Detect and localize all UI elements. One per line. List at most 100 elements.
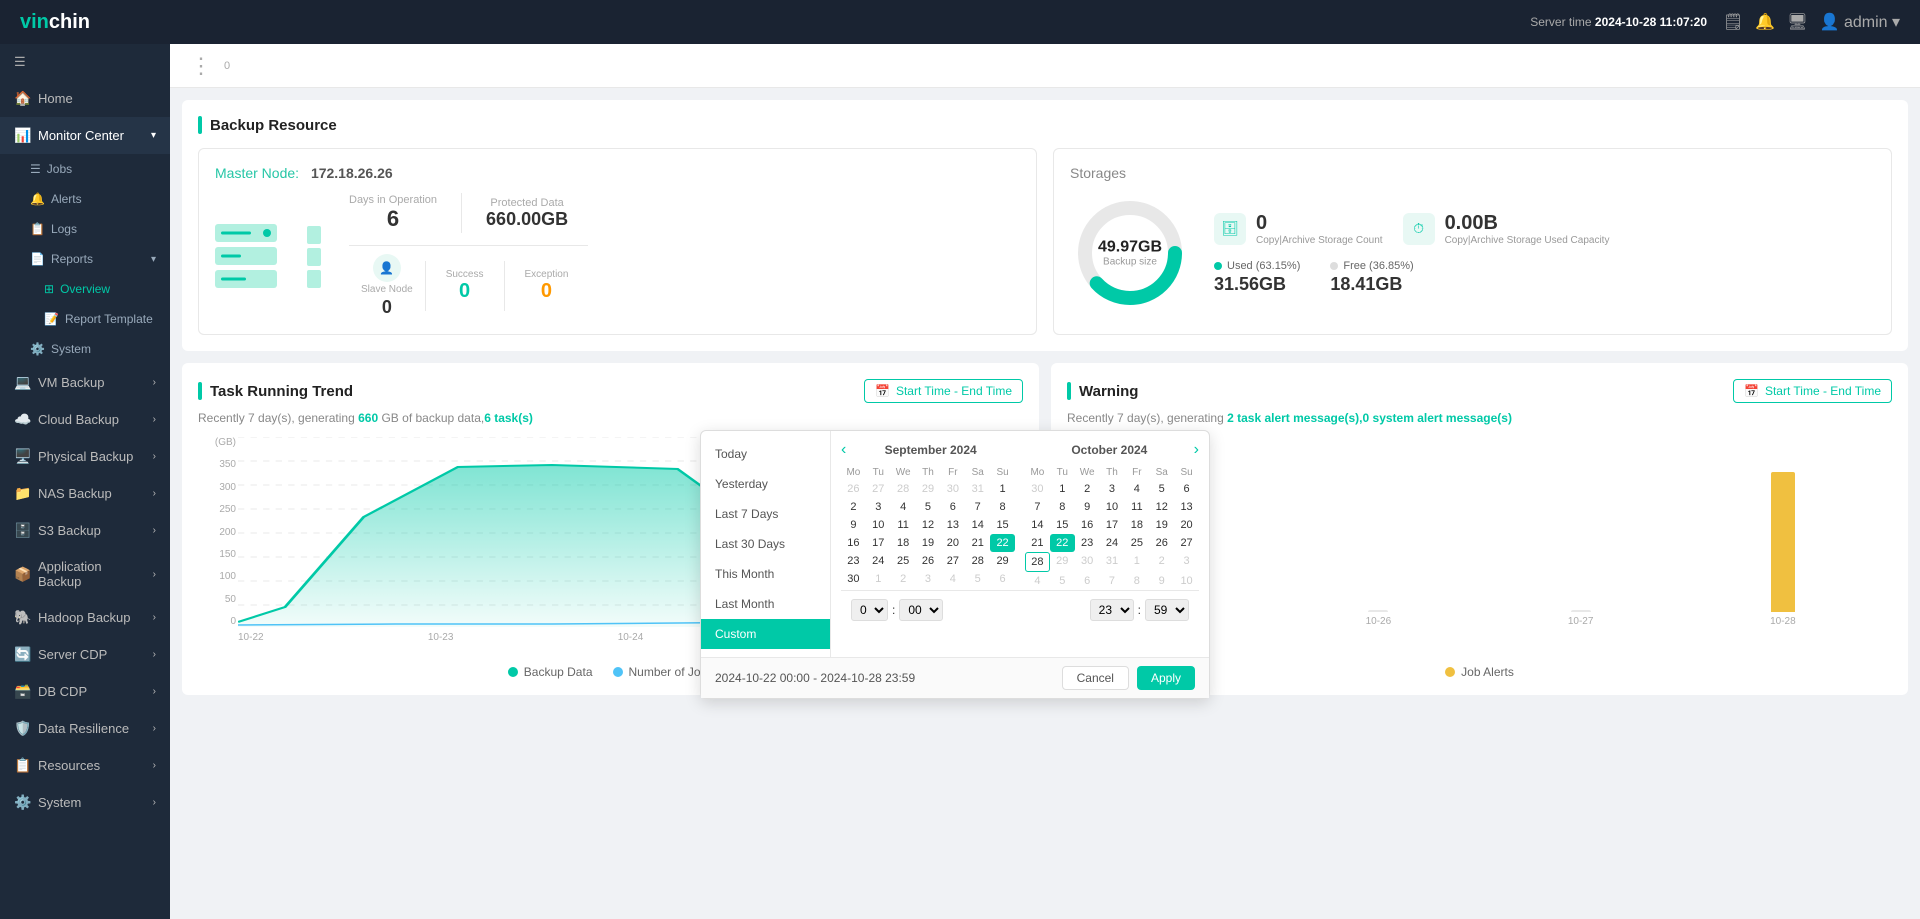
cal-day-selected[interactable]: 22: [1050, 534, 1075, 552]
cal-day[interactable]: 3: [866, 498, 891, 516]
cal-day[interactable]: 14: [1025, 516, 1050, 534]
cal-day[interactable]: 10: [1174, 572, 1199, 590]
cal-day[interactable]: 12: [916, 516, 941, 534]
cal-day[interactable]: 9: [1149, 572, 1174, 590]
cal-day-today[interactable]: 28: [1025, 552, 1050, 572]
sidebar-item-server-cdp[interactable]: 🔄 Server CDP ›: [0, 636, 170, 673]
cal-day[interactable]: 17: [1100, 516, 1125, 534]
cal-day[interactable]: 11: [1124, 498, 1149, 516]
sidebar-sub-item-jobs[interactable]: ☰ Jobs: [0, 154, 170, 184]
cal-day[interactable]: 30: [841, 570, 866, 588]
cal-day[interactable]: 19: [916, 534, 941, 552]
cal-day[interactable]: 9: [841, 516, 866, 534]
cal-day[interactable]: 24: [1100, 534, 1125, 552]
sidebar-sub-item-reports[interactable]: 📄 Reports ▾: [0, 244, 170, 274]
cal-day[interactable]: 29: [916, 480, 941, 498]
sidebar-item-db-cdp[interactable]: 🗃️ DB CDP ›: [0, 673, 170, 710]
cal-day[interactable]: 27: [940, 552, 965, 570]
cal-day[interactable]: 1: [866, 570, 891, 588]
sidebar-item-monitor-center[interactable]: 📊 Monitor Center ▾: [0, 117, 170, 154]
cal-day[interactable]: 11: [891, 516, 916, 534]
cal-day[interactable]: 15: [1050, 516, 1075, 534]
cal-day[interactable]: 4: [1124, 480, 1149, 498]
cal-day[interactable]: 19: [1149, 516, 1174, 534]
next-month-button[interactable]: ›: [1194, 441, 1199, 459]
cal-day[interactable]: 3: [1174, 552, 1199, 572]
preset-last7[interactable]: Last 7 Days: [701, 499, 830, 529]
cal-day[interactable]: 8: [990, 498, 1015, 516]
cal-day[interactable]: 6: [1174, 480, 1199, 498]
sidebar-toggle[interactable]: ☰: [0, 44, 170, 80]
sidebar-item-home[interactable]: 🏠 Home: [0, 80, 170, 117]
cal-day[interactable]: 28: [965, 552, 990, 570]
sidebar-item-nas-backup[interactable]: 📁 NAS Backup ›: [0, 475, 170, 512]
preset-custom[interactable]: Custom: [701, 619, 830, 649]
cal-day[interactable]: 30: [1025, 480, 1050, 498]
cal-day[interactable]: 13: [1174, 498, 1199, 516]
cal-day[interactable]: 1: [990, 480, 1015, 498]
sidebar-sub-item-system[interactable]: ⚙️ System: [0, 334, 170, 364]
end-hour-select[interactable]: 2301: [1090, 599, 1134, 621]
cal-day[interactable]: 9: [1075, 498, 1100, 516]
cal-day[interactable]: 25: [891, 552, 916, 570]
preset-yesterday[interactable]: Yesterday: [701, 469, 830, 499]
cal-day[interactable]: 13: [940, 516, 965, 534]
cal-day[interactable]: 6: [990, 570, 1015, 588]
cal-day[interactable]: 27: [1174, 534, 1199, 552]
cal-day[interactable]: 8: [1124, 572, 1149, 590]
preset-last-month[interactable]: Last Month: [701, 589, 830, 619]
cal-day[interactable]: 5: [916, 498, 941, 516]
trend-time-range-button[interactable]: 📅 Start Time - End Time: [864, 379, 1023, 403]
sidebar-sub-item-logs[interactable]: 📋 Logs: [0, 214, 170, 244]
cal-day[interactable]: 27: [866, 480, 891, 498]
monitor-icon[interactable]: 🖥: [1787, 12, 1807, 32]
sidebar-item-cloud-backup[interactable]: ☁️ Cloud Backup ›: [0, 401, 170, 438]
cal-day[interactable]: 20: [940, 534, 965, 552]
cal-day[interactable]: 7: [965, 498, 990, 516]
sidebar-item-physical-backup[interactable]: 🖥️ Physical Backup ›: [0, 438, 170, 475]
preset-today[interactable]: Today: [701, 439, 830, 469]
cal-day[interactable]: 21: [1025, 534, 1050, 552]
cal-day[interactable]: 3: [916, 570, 941, 588]
cal-day[interactable]: 4: [891, 498, 916, 516]
sidebar-item-application-backup[interactable]: 📦 Application Backup ›: [0, 549, 170, 599]
cal-day[interactable]: 17: [866, 534, 891, 552]
cal-day[interactable]: 1: [1124, 552, 1149, 572]
preset-last30[interactable]: Last 30 Days: [701, 529, 830, 559]
cal-day[interactable]: 2: [1149, 552, 1174, 572]
cal-day[interactable]: 2: [1075, 480, 1100, 498]
cal-day[interactable]: 16: [841, 534, 866, 552]
cal-day[interactable]: 29: [1050, 552, 1075, 572]
sidebar-sub-item-report-template[interactable]: 📝 Report Template: [0, 304, 170, 334]
cal-day[interactable]: 2: [891, 570, 916, 588]
message-icon[interactable]: 🗒: [1723, 12, 1743, 32]
cal-day[interactable]: 31: [1100, 552, 1125, 572]
warning-time-range-button[interactable]: 📅 Start Time - End Time: [1733, 379, 1892, 403]
cal-day[interactable]: 26: [841, 480, 866, 498]
preset-this-month[interactable]: This Month: [701, 559, 830, 589]
cal-day[interactable]: 30: [940, 480, 965, 498]
cal-day[interactable]: 15: [990, 516, 1015, 534]
cal-day[interactable]: 3: [1100, 480, 1125, 498]
sidebar-item-vm-backup[interactable]: 💻 VM Backup ›: [0, 364, 170, 401]
cal-day[interactable]: 23: [841, 552, 866, 570]
user-menu[interactable]: 👤 admin ▾: [1820, 12, 1900, 32]
cal-day[interactable]: 20: [1174, 516, 1199, 534]
cal-day[interactable]: 21: [965, 534, 990, 552]
cal-day[interactable]: 7: [1100, 572, 1125, 590]
sidebar-sub-item-overview[interactable]: ⊞ Overview: [0, 274, 170, 304]
cal-day[interactable]: 10: [866, 516, 891, 534]
cal-day[interactable]: 29: [990, 552, 1015, 570]
sidebar-item-s3-backup[interactable]: 🗄️ S3 Backup ›: [0, 512, 170, 549]
cal-day[interactable]: 5: [1050, 572, 1075, 590]
cal-day[interactable]: 5: [965, 570, 990, 588]
cal-day[interactable]: 6: [940, 498, 965, 516]
cal-day[interactable]: 18: [1124, 516, 1149, 534]
cal-day[interactable]: 4: [940, 570, 965, 588]
cancel-button[interactable]: Cancel: [1062, 666, 1129, 690]
sidebar-sub-item-alerts[interactable]: 🔔 Alerts: [0, 184, 170, 214]
cal-day[interactable]: 5: [1149, 480, 1174, 498]
cal-day[interactable]: 26: [1149, 534, 1174, 552]
cal-day[interactable]: 24: [866, 552, 891, 570]
cal-day[interactable]: 4: [1025, 572, 1050, 590]
